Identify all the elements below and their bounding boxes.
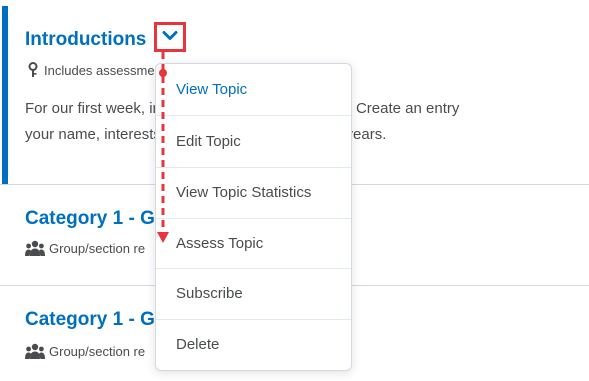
menu-item-subscribe[interactable]: Subscribe xyxy=(156,268,351,319)
topic-title-introductions[interactable]: Introductions xyxy=(25,29,146,51)
key-icon xyxy=(26,62,40,81)
topic-actions-dropdown-button[interactable] xyxy=(154,22,186,52)
group-icon xyxy=(25,343,45,362)
menu-item-delete[interactable]: Delete xyxy=(156,319,351,370)
topic-group-meta: Group/section re xyxy=(25,343,145,362)
discussion-topics-panel: Introductions Includes assessment For ou… xyxy=(0,0,589,381)
chevron-down-icon xyxy=(162,28,178,46)
menu-item-view-topic-statistics[interactable]: View Topic Statistics xyxy=(156,167,351,218)
topic-assessment-label: Includes assessment xyxy=(44,62,166,78)
topic-group-label: Group/section re xyxy=(49,240,146,256)
topic-assessment-meta: Includes assessment xyxy=(26,62,165,81)
topic-group-label: Group/section re xyxy=(49,343,146,359)
menu-item-assess-topic[interactable]: Assess Topic xyxy=(156,218,351,269)
menu-item-view-topic[interactable]: View Topic xyxy=(156,64,351,115)
menu-item-edit-topic[interactable]: Edit Topic xyxy=(156,116,351,167)
topic-title-category-1[interactable]: Category 1 - G xyxy=(25,208,155,230)
topic-title-category-1b[interactable]: Category 1 - G xyxy=(25,309,155,331)
selected-topic-accent-bar xyxy=(2,6,8,184)
topic-actions-menu: View Topic Edit Topic View Topic Statist… xyxy=(155,63,352,371)
group-icon xyxy=(25,240,45,259)
topic-group-meta: Group/section re xyxy=(25,240,145,259)
